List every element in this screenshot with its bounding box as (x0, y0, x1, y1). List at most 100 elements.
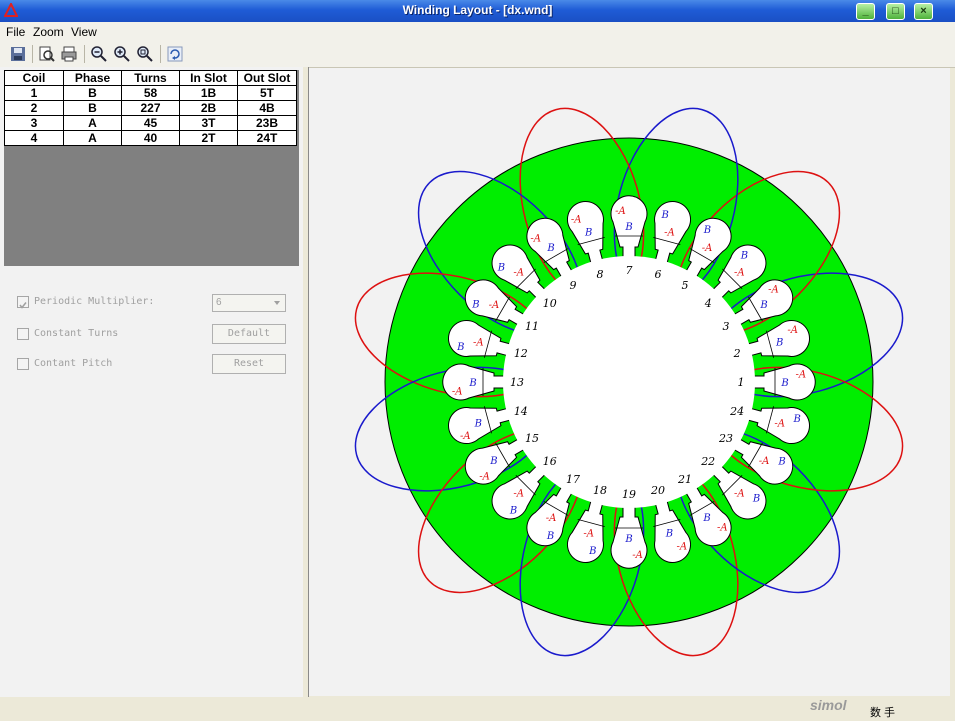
phase-label: -A (759, 456, 770, 467)
phase-label: B (546, 531, 554, 542)
table-cell[interactable]: 1B (179, 85, 238, 101)
maximize-button[interactable]: □ (886, 3, 905, 20)
column-header[interactable]: Phase (63, 70, 122, 86)
constant-turns-checkbox[interactable] (17, 328, 29, 340)
default-button[interactable]: Default (212, 324, 286, 344)
slot-number: 23 (718, 432, 733, 445)
close-button[interactable]: × (914, 3, 933, 20)
phase-label: -A (717, 522, 728, 533)
table-cell[interactable]: 4 (4, 130, 64, 146)
slot-number: 15 (525, 432, 539, 445)
menu-file[interactable]: File (6, 25, 25, 39)
phase-label: B (489, 456, 497, 467)
menu-view[interactable]: View (71, 25, 97, 39)
table-cell[interactable]: A (63, 115, 122, 131)
slot-number: 13 (510, 376, 524, 389)
table-cell[interactable]: B (63, 100, 122, 116)
minimize-button[interactable]: _ (856, 3, 875, 20)
table-cell[interactable]: 58 (121, 85, 180, 101)
coil-table-container: Coil Phase Turns In Slot Out Slot 1 B 58 1B… (4, 70, 299, 266)
table-cell[interactable]: 227 (121, 100, 180, 116)
column-header[interactable]: Out Slot (237, 70, 297, 86)
phase-label: B (792, 414, 800, 425)
zoom-fit-icon[interactable] (136, 45, 154, 63)
table-cell[interactable]: 2 (4, 100, 64, 116)
table-cell[interactable]: 2T (179, 130, 238, 146)
table-row[interactable]: 1 B 58 1B 5T (4, 85, 297, 101)
phase-label: -A (546, 513, 557, 524)
table-row[interactable]: 3 A 45 3T 23B (4, 115, 297, 131)
phase-label: B (497, 263, 505, 274)
table-header-row: Coil Phase Turns In Slot Out Slot (4, 70, 297, 86)
contant-pitch-checkbox[interactable] (17, 358, 29, 370)
periodic-multiplier-value: 6 (216, 297, 222, 308)
slot-number: 10 (543, 297, 557, 310)
slot-number: 2 (733, 347, 741, 360)
menu-zoom[interactable]: Zoom (33, 25, 64, 39)
rotor-bore (503, 256, 755, 508)
slot-number: 9 (570, 279, 577, 292)
slot-number: 14 (514, 405, 528, 418)
slot-number: 8 (597, 268, 604, 281)
table-cell[interactable]: 4B (237, 100, 297, 116)
table-row[interactable]: 4 A 40 2T 24T (4, 130, 297, 146)
refresh-icon[interactable] (166, 45, 184, 63)
reset-button[interactable]: Reset (212, 354, 286, 374)
phase-label: -A (489, 300, 500, 311)
zoom-in-icon[interactable] (113, 45, 131, 63)
table-cell[interactable]: 24T (237, 130, 297, 146)
phase-label: -A (571, 214, 582, 225)
watermark-text: 数 手 (870, 707, 896, 719)
table-cell[interactable]: 45 (121, 115, 180, 131)
table-cell[interactable]: 5T (237, 85, 297, 101)
phase-label: -A (513, 488, 524, 499)
phase-label: -A (479, 471, 490, 482)
zoom-out-icon[interactable] (90, 45, 108, 63)
phase-label: B (775, 338, 783, 349)
phase-label: -A (734, 488, 745, 499)
phase-label: B (584, 227, 592, 238)
column-header[interactable]: Coil (4, 70, 64, 86)
table-cell[interactable]: 3 (4, 115, 64, 131)
winding-canvas[interactable]: 1 2 3 4 5 6 7 8 9 10 11 12 13 14 15 16 17 18 19 20 21 22 23 24 B… (309, 68, 950, 696)
window-title: Winding Layout - [dx.wnd] (402, 3, 553, 17)
table-cell[interactable]: 40 (121, 130, 180, 146)
phase-label: -A (787, 325, 798, 336)
table-cell[interactable]: 23B (237, 115, 297, 131)
table-cell[interactable]: 2B (179, 100, 238, 116)
table-cell[interactable]: 1 (4, 85, 64, 101)
toolbar-separator (160, 45, 161, 63)
slot-number: 12 (514, 347, 528, 360)
phase-label: B (665, 529, 673, 540)
slot-number: 7 (626, 264, 633, 277)
print-icon[interactable] (60, 45, 78, 63)
menu-bar: File Zoom View (0, 22, 955, 41)
periodic-multiplier-select[interactable]: 6 (212, 294, 286, 312)
column-header[interactable]: In Slot (179, 70, 238, 86)
close-icon: × (920, 5, 927, 17)
table-cell[interactable]: B (63, 85, 122, 101)
phase-label: -A (676, 542, 687, 553)
phase-label: -A (795, 369, 806, 380)
table-row[interactable]: 2 B 227 2B 4B (4, 100, 297, 116)
phase-label: B (456, 342, 464, 353)
slot-number: 22 (700, 455, 715, 468)
phase-label: -A (664, 227, 675, 238)
phase-label: -A (615, 206, 626, 217)
contant-pitch-label: Contant Pitch (34, 358, 113, 369)
table-cell[interactable]: 3T (179, 115, 238, 131)
toolbar-separator (32, 45, 33, 63)
slot-number: 6 (654, 268, 661, 281)
checkmark-icon (19, 302, 27, 309)
phase-label: B (703, 225, 711, 236)
table-cell[interactable]: A (63, 130, 122, 146)
print-preview-icon[interactable] (38, 45, 56, 63)
constant-turns-label: Constant Turns (34, 328, 119, 339)
phase-label: -A (473, 338, 484, 349)
slot-number: 1 (738, 376, 745, 389)
periodic-multiplier-checkbox[interactable] (17, 296, 29, 309)
winding-layout-diagram: 123456789101112131415161718 19 2021222324B… (354, 107, 904, 657)
coil-table: Coil Phase Turns In Slot Out Slot 1 B 58 1B… (4, 70, 297, 146)
save-icon[interactable] (9, 45, 27, 63)
column-header[interactable]: Turns (121, 70, 180, 86)
